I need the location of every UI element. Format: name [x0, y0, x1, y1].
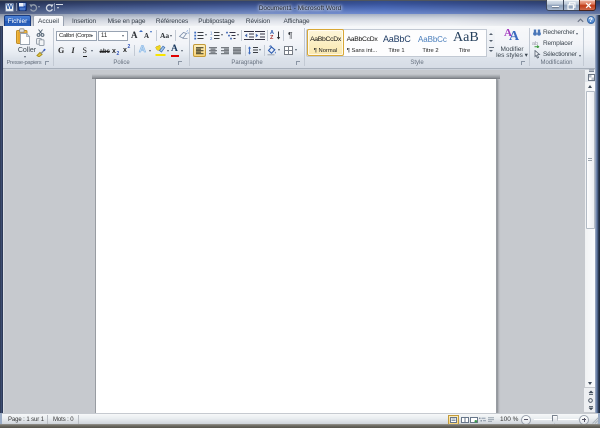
- svg-text:1: 1: [210, 31, 213, 35]
- svg-text:2: 2: [210, 36, 213, 40]
